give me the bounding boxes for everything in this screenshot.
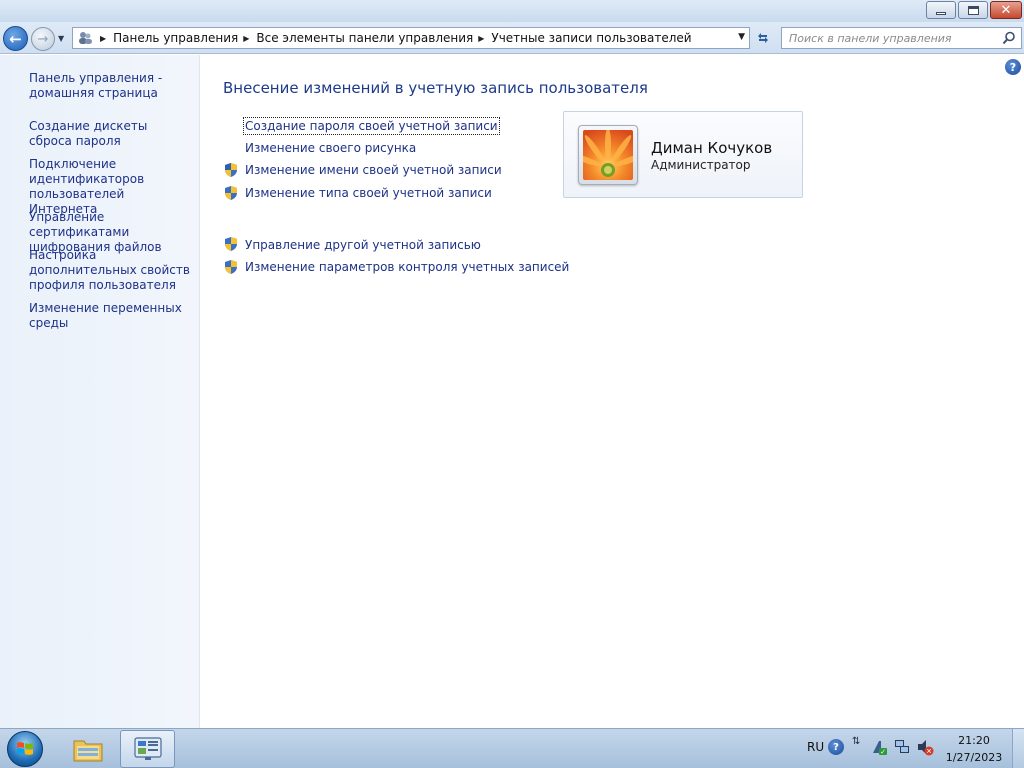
breadcrumb-separator-icon[interactable]: ▶ — [100, 34, 106, 43]
windows-logo-icon — [17, 742, 33, 755]
user-role: Администратор — [651, 158, 751, 172]
volume-muted-icon[interactable]: ✕ — [916, 738, 934, 756]
sidebar-item-online-ids[interactable]: Подключение идентификаторов пользователе… — [29, 157, 194, 217]
control-panel-users-icon — [75, 28, 95, 48]
user-name: Диман Кочуков — [651, 139, 773, 157]
tray-show-hidden-icon[interactable]: ⇅ — [852, 736, 870, 754]
breadcrumb-all-items[interactable]: Все элементы панели управления — [256, 31, 473, 45]
manage-another-account-link[interactable]: Управление другой учетной записью — [245, 238, 481, 252]
user-account-card: Диман Кочуков Администратор — [563, 111, 803, 198]
change-picture-link[interactable]: Изменение своего рисунка — [245, 141, 416, 155]
breadcrumb-separator-icon[interactable]: ▶ — [478, 34, 484, 43]
folder-icon — [73, 740, 102, 762]
restore-icon — [967, 5, 979, 15]
search-icon[interactable] — [1002, 31, 1016, 45]
uac-shield-icon — [225, 186, 237, 200]
control-panel-icon — [133, 737, 162, 760]
change-account-name-link[interactable]: Изменение имени своей учетной записи — [245, 163, 502, 177]
create-password-link[interactable]: Создание пароля своей учетной записи — [243, 117, 500, 135]
help-icon: ? — [1009, 60, 1017, 74]
search-box — [781, 27, 1022, 49]
sidebar-item-advanced-profile-properties[interactable]: Настройка дополнительных свойств профиля… — [29, 248, 194, 293]
sidebar-item-environment-variables[interactable]: Изменение переменных среды — [29, 301, 194, 331]
uac-settings-link[interactable]: Изменение параметров контроля учетных за… — [245, 260, 569, 274]
input-language-indicator[interactable]: RU — [807, 740, 824, 754]
breadcrumb-control-panel[interactable]: Панель управления — [113, 31, 238, 45]
page-title: Внесение изменений в учетную запись поль… — [223, 79, 648, 97]
start-button[interactable] — [2, 730, 48, 768]
taskbar-control-panel-button[interactable] — [120, 730, 175, 768]
help-button[interactable]: ? — [1005, 59, 1021, 75]
svg-text:✕: ✕ — [926, 748, 932, 756]
uac-shield-icon — [225, 163, 237, 177]
uac-shield-icon — [225, 260, 237, 274]
svg-text:✓: ✓ — [880, 748, 886, 756]
breadcrumb-user-accounts[interactable]: Учетные записи пользователей — [491, 31, 691, 45]
breadcrumb-separator-icon[interactable]: ▶ — [243, 34, 249, 43]
refresh-button[interactable] — [752, 27, 774, 49]
clock-time[interactable]: 21:20 — [944, 734, 1004, 747]
arrow-left-icon: ← — [9, 29, 22, 48]
close-button[interactable]: ✕ — [990, 1, 1022, 19]
help-icon: ? — [833, 741, 839, 753]
refresh-icon — [758, 33, 768, 43]
history-dropdown-icon[interactable]: ▼ — [58, 34, 64, 43]
tasks-sidebar: Панель управления - домашняя страница Со… — [0, 55, 200, 728]
taskbar-explorer-button[interactable] — [60, 730, 115, 768]
navigation-bar: ← → ▼ ▶ Панель управления ▶ Все элементы… — [0, 22, 1024, 54]
change-account-type-link[interactable]: Изменение типа своей учетной записи — [245, 186, 492, 200]
uac-shield-icon — [225, 237, 237, 251]
chevron-down-icon[interactable]: ▼ — [738, 32, 745, 42]
flower-picture-icon — [583, 130, 633, 180]
taskbar: RU ? ⇅ ✓ ✕ 21:20 1/27/2023 — [0, 728, 1024, 768]
maximize-button[interactable] — [958, 1, 988, 19]
network-icon[interactable] — [893, 738, 911, 756]
back-button[interactable]: ← — [3, 26, 28, 51]
window-controls: ✕ — [926, 1, 1022, 19]
show-desktop-button[interactable] — [1012, 729, 1024, 768]
clock-date[interactable]: 1/27/2023 — [938, 751, 1010, 764]
address-bar[interactable]: ▶ Панель управления ▶ Все элементы панел… — [72, 27, 750, 49]
window-titlebar[interactable]: ✕ — [0, 0, 1024, 22]
avatar — [578, 125, 638, 185]
action-center-icon[interactable]: ✓ — [870, 738, 888, 756]
minimize-icon — [936, 11, 946, 15]
minimize-button[interactable] — [926, 1, 956, 19]
tray-help-button[interactable]: ? — [828, 739, 844, 755]
search-input[interactable] — [782, 28, 992, 48]
sidebar-item-control-panel-home[interactable]: Панель управления - домашняя страница — [29, 71, 194, 101]
close-icon: ✕ — [1000, 2, 1012, 18]
forward-button[interactable]: → — [31, 27, 55, 51]
arrow-right-icon: → — [37, 31, 49, 47]
sidebar-item-password-reset-disk[interactable]: Создание дискеты сброса пароля — [29, 119, 194, 149]
